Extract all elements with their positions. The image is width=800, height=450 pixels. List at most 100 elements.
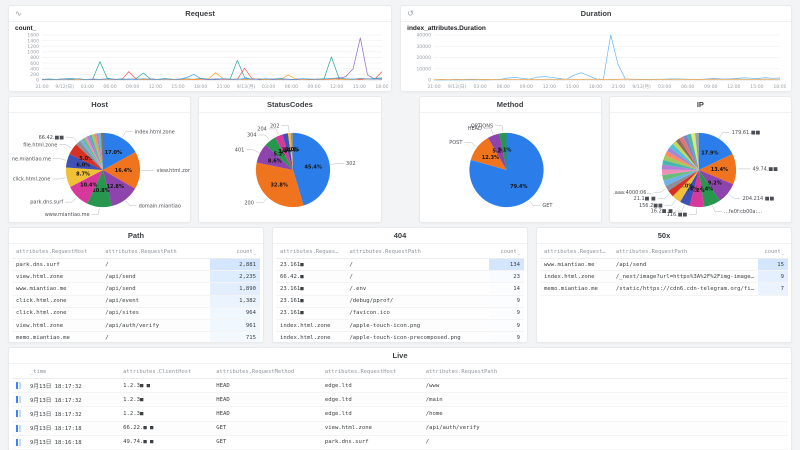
request-line-chart[interactable]: 0200400600800100012001400160021:009/12(日… xyxy=(12,32,388,90)
table-row[interactable]: 9月13日 18:17:321.2.3■ ■HEADedge.ltd/www xyxy=(12,379,788,393)
table-header-row: attributes.RequestHostattributes.Request… xyxy=(12,246,260,259)
cell: / xyxy=(345,271,489,283)
fiftyx-panel-header: 50x xyxy=(537,228,791,244)
svg-text:21:00: 21:00 xyxy=(428,84,441,90)
host-pie-chart[interactable]: 17.0%index.html.zone16.4%view.html.zone1… xyxy=(12,115,190,221)
cell: 15 xyxy=(758,259,788,271)
expand-row-icon[interactable] xyxy=(16,382,18,389)
table-row[interactable]: 23.161■/134 xyxy=(276,259,524,271)
svg-text:view.html.zone: view.html.zone xyxy=(157,168,191,174)
column-header[interactable]: attributes.RequestHost xyxy=(540,246,612,259)
expand-row-icon[interactable] xyxy=(16,439,18,446)
cell: 23.161■ xyxy=(276,295,345,307)
cell: GET xyxy=(212,435,321,449)
table-row[interactable]: view.html.zone/api/auth/verify961 xyxy=(12,319,260,331)
table-row[interactable]: www.miantiao.me/api/send1,890 xyxy=(12,283,260,295)
cell: index.html.zone xyxy=(540,271,612,283)
icon-cell xyxy=(12,393,26,407)
table-row[interactable]: 9月13日 18:17:321.2.3■HEADedge.ltd/main xyxy=(12,393,788,407)
svg-text:10.4%: 10.4% xyxy=(80,182,97,188)
svg-text:POST: POST xyxy=(449,140,463,146)
table-row[interactable]: 66.42.■/23 xyxy=(276,271,524,283)
notfound-table: attributes.RequestHostattributes.Request… xyxy=(276,246,524,342)
cell: /_next/image?url=https%3A%2F%2Fimg-image… xyxy=(612,271,758,283)
cell: HEAD xyxy=(212,393,321,407)
expand-row-icon[interactable] xyxy=(16,425,18,432)
cell: HEAD xyxy=(212,407,321,421)
svg-text:…aaa:4000:06…: …aaa:4000:06… xyxy=(613,190,651,196)
table-row[interactable]: 23.161■/favicon.ico9 xyxy=(276,307,524,319)
cell: /api/send xyxy=(101,283,210,295)
table-row[interactable]: 9月13日 18:16:1849.74.■ ■GETpark.dns.surf/ xyxy=(12,435,788,449)
table-row[interactable]: 9月13日 18:17:321.2.3■HEADedge.ltd/home xyxy=(12,407,788,421)
panel-title: StatusCodes xyxy=(267,100,313,109)
top-charts-row: ∿ Request count_ 02004006008001000120014… xyxy=(8,5,792,92)
svg-text:03:00: 03:00 xyxy=(474,84,487,90)
svg-text:18:00: 18:00 xyxy=(589,84,602,90)
svg-text:79.4%: 79.4% xyxy=(510,184,527,190)
expand-row-icon[interactable] xyxy=(16,396,18,403)
column-header[interactable]: attributes.RequestPath xyxy=(345,246,489,259)
svg-text:18:00: 18:00 xyxy=(774,84,787,90)
ip-pie-chart[interactable]: 17.9%179.61.■■13.4%49.74.■■9.2%204.214 ■… xyxy=(613,115,785,221)
column-header[interactable]: attributes.RequestHost xyxy=(276,246,345,259)
cell: 7 xyxy=(758,283,788,295)
cell: / xyxy=(101,259,210,271)
column-header[interactable]: attributes.RequestMethod xyxy=(212,366,321,379)
cell: / xyxy=(422,435,788,449)
column-header[interactable]: _time xyxy=(26,366,119,379)
column-header[interactable]: count_ xyxy=(489,246,524,259)
cell: park.dns.surf xyxy=(12,259,101,271)
svg-text:0: 0 xyxy=(428,78,431,84)
live-table: _timeattributes.ClientHostattributes.Req… xyxy=(12,366,788,450)
svg-text:1400: 1400 xyxy=(27,38,39,44)
svg-text:16.4%: 16.4% xyxy=(115,168,132,174)
icon-cell xyxy=(12,421,26,435)
tables-row: Path attributes.RequestHostattributes.Re… xyxy=(8,227,792,343)
column-header[interactable]: count_ xyxy=(210,246,260,259)
cell: HEAD xyxy=(212,379,321,393)
expand-row-icon[interactable] xyxy=(16,410,18,417)
live-row: Live _timeattributes.ClientHostattribute… xyxy=(8,347,792,450)
cell: /home xyxy=(422,407,788,421)
table-row[interactable]: park.dns.surf/2,881 xyxy=(12,259,260,271)
path-panel-header: Path xyxy=(9,228,263,244)
table-row[interactable]: view.html.zone/api/send2,235 xyxy=(12,271,260,283)
column-header[interactable]: attributes.RequestPath xyxy=(612,246,758,259)
svg-text:10000: 10000 xyxy=(417,66,432,72)
ip-panel: IP 17.9%179.61.■■13.4%49.74.■■9.2%204.21… xyxy=(609,96,792,223)
svg-text:40000: 40000 xyxy=(417,33,432,39)
column-header[interactable]: count_ xyxy=(758,246,788,259)
table-row[interactable]: memo.miantiao.me/static/https://cdn6.cdn… xyxy=(540,283,788,295)
column-header[interactable]: attributes.RequestHost xyxy=(12,246,101,259)
column-header[interactable]: attributes.RequestPath xyxy=(422,366,788,379)
cell: 964 xyxy=(210,307,260,319)
table-row[interactable]: www.miantiao.me/api/send15 xyxy=(540,259,788,271)
table-row[interactable]: index.html.zone/apple-touch-icon.png9 xyxy=(276,319,524,331)
column-header[interactable]: attributes.RequestHost xyxy=(321,366,422,379)
cell: / xyxy=(101,332,210,342)
table-row[interactable]: index.html.zone/_next/image?url=https%3A… xyxy=(540,271,788,283)
sparkline-icon[interactable]: ∿ xyxy=(15,8,22,20)
history-icon[interactable]: ↺ xyxy=(407,8,414,20)
duration-line-chart[interactable]: 01000020000300004000021:009/12(日)03:0006… xyxy=(404,32,786,90)
svg-text:8.6%: 8.6% xyxy=(268,158,282,164)
method-pie-chart[interactable]: 79.4%GET12.3%POST5.2%HEAD3.1%OPTIONS xyxy=(423,115,590,221)
table-row[interactable]: 23.161■/debug/pprof/9 xyxy=(276,295,524,307)
table-row[interactable]: 23.161■/.env14 xyxy=(276,283,524,295)
column-header[interactable]: attributes.ClientHost xyxy=(119,366,212,379)
svg-text:45.4%: 45.4% xyxy=(305,165,322,171)
svg-text:18:00: 18:00 xyxy=(194,84,207,90)
statuscodes-pie-chart[interactable]: 45.4%30232.8%2008.6%4015.2%3043.4%2042.4… xyxy=(202,115,380,221)
svg-text:OPTIONS: OPTIONS xyxy=(470,123,492,129)
live-panel: Live _timeattributes.ClientHostattribute… xyxy=(8,347,792,450)
column-header[interactable]: attributes.RequestPath xyxy=(101,246,210,259)
table-row[interactable]: index.html.zone/apple-touch-icon-precomp… xyxy=(276,332,524,342)
table-row[interactable]: memo.miantiao.me/715 xyxy=(12,332,260,342)
table-row[interactable]: click.html.zone/api/event1,382 xyxy=(12,295,260,307)
table-header-row: attributes.RequestHostattributes.Request… xyxy=(276,246,524,259)
cell: 2,881 xyxy=(210,259,260,271)
svg-text:32.8%: 32.8% xyxy=(271,183,288,189)
table-row[interactable]: click.html.zone/api/sites964 xyxy=(12,307,260,319)
table-row[interactable]: 9月13日 18:17:1866.22.■ ■GETview.html.zone… xyxy=(12,421,788,435)
